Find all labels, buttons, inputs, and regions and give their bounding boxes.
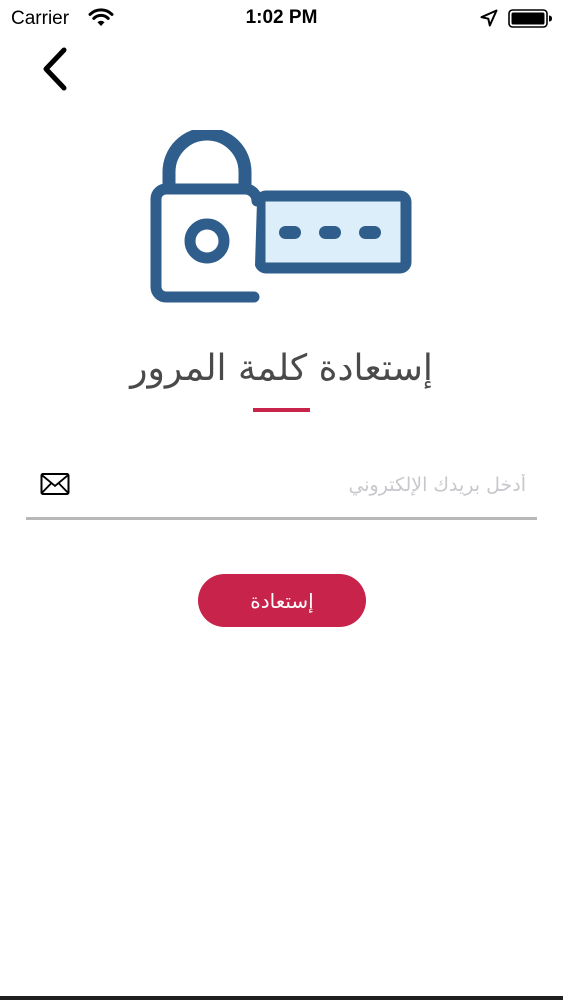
status-bar: Carrier 1:02 PM xyxy=(0,0,563,38)
bottom-edge xyxy=(0,996,563,1000)
battery-icon xyxy=(508,9,552,28)
email-field-row xyxy=(26,455,538,521)
lock-password-icon xyxy=(150,130,412,303)
location-arrow-icon xyxy=(480,9,498,27)
title-underline xyxy=(253,408,310,412)
page-title: إستعادة كلمة المرور xyxy=(130,348,433,389)
envelope-icon xyxy=(40,473,70,495)
recover-button[interactable]: إستعادة xyxy=(198,574,366,627)
email-underline xyxy=(26,517,537,520)
status-time: 1:02 PM xyxy=(245,7,318,28)
back-button[interactable] xyxy=(34,42,80,94)
email-input[interactable] xyxy=(86,465,538,505)
chevron-left-icon xyxy=(43,47,67,91)
